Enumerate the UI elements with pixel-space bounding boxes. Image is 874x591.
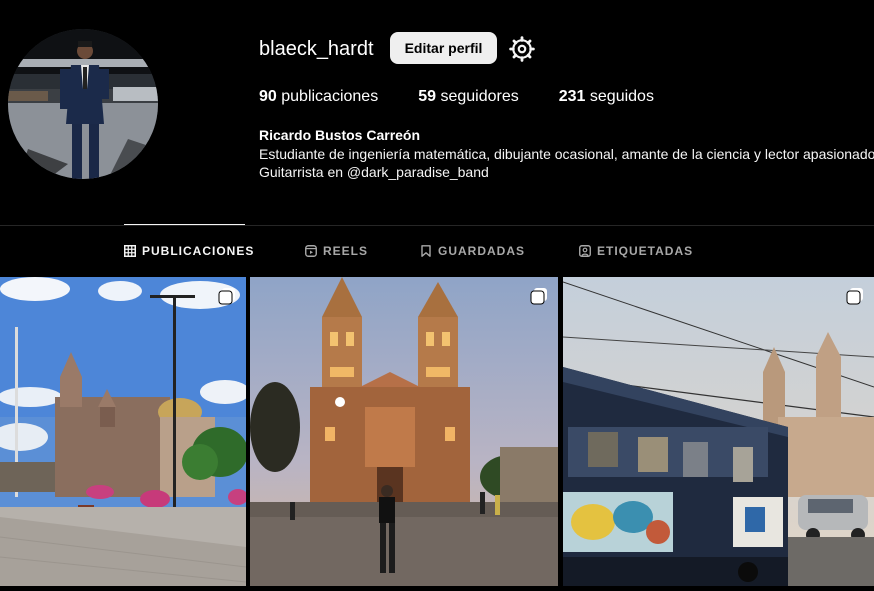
tagged-icon <box>579 245 591 257</box>
post-thumbnail[interactable] <box>0 277 246 586</box>
posts-count: 90 publicaciones <box>259 88 379 105</box>
profile-full-name: Ricardo Bustos Carreón <box>259 127 421 143</box>
profile-username: blaeck_hardt <box>259 38 374 60</box>
post-photo <box>250 277 558 586</box>
tab-label: ETIQUETADAS <box>597 244 694 258</box>
bio-line: Guitarrista en @dark_paradise_band <box>259 164 489 180</box>
reels-icon <box>305 245 317 257</box>
followers-count[interactable]: 59 seguidores <box>418 88 519 106</box>
tab-label: GUARDADAS <box>438 244 525 258</box>
post-thumbnail[interactable] <box>563 277 874 586</box>
post-photo <box>0 277 246 586</box>
profile-tabs: PUBLICACIONES REELS GUARDADAS ETIQUETADA… <box>0 244 874 260</box>
tab-guardadas[interactable]: GUARDADAS <box>420 244 525 258</box>
edit-profile-button[interactable]: Editar perfil <box>390 32 497 64</box>
tab-publicaciones[interactable]: PUBLICACIONES <box>124 244 254 258</box>
profile-stats: 90 publicaciones 59 seguidores 231 segui… <box>259 88 694 106</box>
following-count[interactable]: 231 seguidos <box>559 88 654 106</box>
avatar-photo <box>8 29 158 179</box>
post-photo <box>563 277 874 586</box>
bio-line: Estudiante de ingeniería matemática, dib… <box>259 146 874 162</box>
active-tab-indicator <box>124 224 245 225</box>
bookmark-icon <box>421 245 431 257</box>
profile-bio: Estudiante de ingeniería matemática, dib… <box>259 145 874 181</box>
tab-etiquetadas[interactable]: ETIQUETADAS <box>579 244 693 258</box>
grid-icon <box>124 245 136 257</box>
gear-icon[interactable] <box>509 36 535 62</box>
multiple-images-icon <box>530 288 547 305</box>
profile-avatar[interactable] <box>8 29 158 179</box>
tabs-divider <box>0 225 874 226</box>
post-thumbnail[interactable] <box>250 277 558 586</box>
tab-label: PUBLICACIONES <box>142 244 255 258</box>
tab-label: REELS <box>323 244 369 258</box>
tab-reels[interactable]: REELS <box>305 244 368 258</box>
multiple-images-icon <box>846 288 863 305</box>
multiple-images-icon <box>218 288 235 305</box>
